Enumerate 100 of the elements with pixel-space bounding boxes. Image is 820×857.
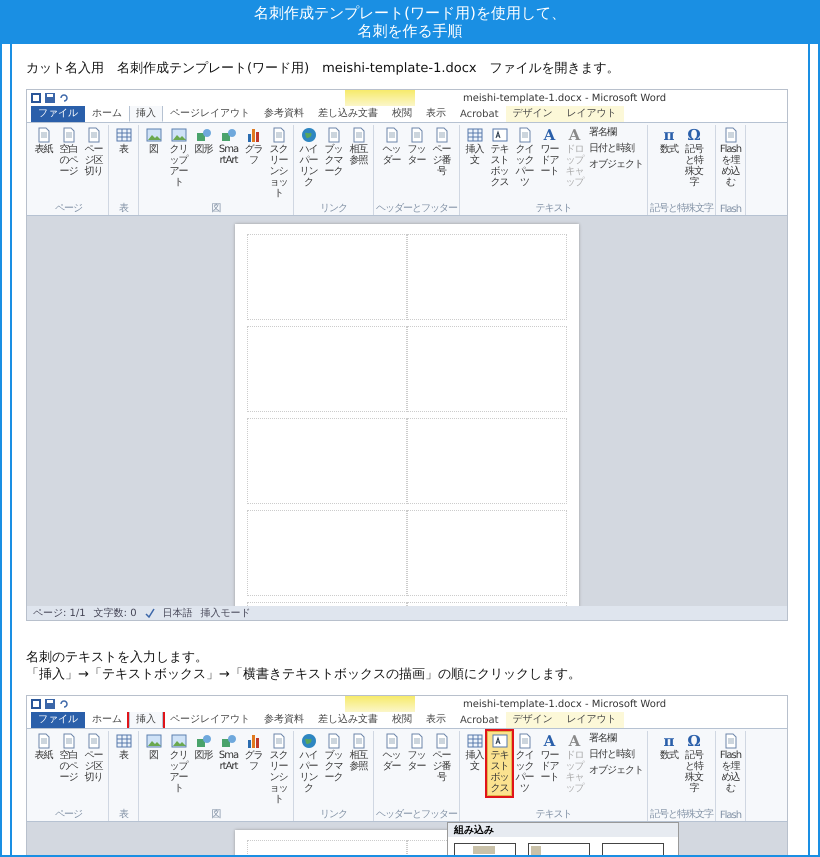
small-ribbon-button[interactable]: 日付と時刻 [587,747,645,761]
group-label: 記号と特殊文字 [650,202,713,215]
ribbon-button[interactable]: クイックパーツ [512,731,537,796]
globe-icon [300,127,316,143]
ribbon-tab[interactable]: 差し込み文書 [311,710,385,728]
ribbon-button[interactable]: 空白のページ [56,125,81,179]
save-icon[interactable] [45,93,55,103]
ribbon-button[interactable]: 表紙 [31,731,56,763]
group-label: リンク [320,808,347,821]
group-label: ページ [55,202,82,215]
page-icon [60,127,76,143]
group-label: ページ [55,808,82,821]
ribbon-button[interactable]: π 数式 [656,731,682,763]
ribbon-button[interactable]: ヘッダー [379,125,404,168]
globe-icon [300,733,316,749]
page-icon [270,733,286,749]
ribbon-button[interactable]: クリップアート [166,731,191,796]
ribbon-button[interactable]: テキストボックス [487,731,512,796]
ribbon-button[interactable]: 相互参照 [346,731,371,774]
ribbon-button[interactable]: 空白のページ [56,731,81,785]
ribbon-button[interactable]: Ω 記号と特殊文字 [682,731,706,796]
ribbon-button[interactable]: Ω 記号と特殊文字 [682,125,706,190]
ribbon-button[interactable]: A ワードアート [537,731,562,785]
undo-icon[interactable] [59,699,69,709]
gallery-heading: 組み込み [448,823,678,837]
page-icon [434,733,450,749]
ribbon-button[interactable]: SmartArt [216,125,241,168]
ribbon-button[interactable]: クリップアート [166,125,191,190]
bar-chart-icon [246,127,262,143]
ribbon-button[interactable]: Flashを埋め込む [718,731,743,796]
ribbon-tab[interactable]: 参考資料 [257,710,311,728]
ribbon-button[interactable]: ハイパーリンク [296,731,321,796]
ribbon-button[interactable]: 図 [141,731,166,763]
status-item: 日本語 [162,606,193,620]
undo-icon[interactable] [59,93,69,103]
ribbon-tab[interactable]: 参考資料 [257,104,311,122]
ribbon-button[interactable]: ページ番号 [429,125,454,179]
page-icon [326,127,342,143]
ribbon-button[interactable]: 相互参照 [346,125,371,168]
proofing-icon[interactable] [144,608,155,618]
page-icon [86,127,102,143]
ribbon-button[interactable]: スクリーンショット [266,125,291,201]
ribbon-tab[interactable]: 校閲 [385,710,419,728]
page-icon [516,733,532,749]
group-label: ヘッダーとフッター [376,808,457,821]
group-label: 図 [212,808,220,821]
contextual-tab-band [345,696,415,712]
ribbon-button[interactable]: A ワードアート [537,125,562,179]
shapes-icon [220,127,236,143]
ribbon-tab[interactable]: Acrobat [453,107,506,122]
ribbon-tab[interactable]: 表示 [419,710,453,728]
ribbon-button[interactable]: フッター [404,731,429,774]
ribbon-button[interactable]: Flashを埋め込む [718,125,743,190]
ribbon-tab[interactable]: ページレイアウト [163,104,257,122]
ribbon-button[interactable]: 図 [141,125,166,157]
picture-icon [170,733,186,749]
save-icon[interactable] [45,699,55,709]
group-label: 表 [119,202,128,215]
page-icon [408,733,424,749]
ribbon-button[interactable]: ブックマーク [321,125,346,179]
ribbon-button[interactable]: ハイパーリンク [296,125,321,190]
ribbon-button[interactable]: ブックマーク [321,731,346,785]
ribbon-tab[interactable]: 表示 [419,104,453,122]
small-ribbon-button[interactable]: オブジェクト [587,763,645,777]
ribbon-button[interactable]: フッター [404,125,429,168]
status-item: ページ: 1/1 [33,607,86,620]
page-title: 名刺を作る手順 [358,22,462,40]
ribbon-button[interactable]: スクリーンショット [266,731,291,807]
ribbon-button[interactable]: ヘッダー [379,731,404,774]
ribbon-tab[interactable]: 校閲 [385,104,419,122]
ribbon-button[interactable]: テキストボックス [487,125,512,190]
ribbon-button[interactable]: グラフ [241,731,266,774]
page-icon [434,127,450,143]
small-ribbon-button[interactable]: 署名欄 [587,731,645,745]
window-title: meishi-template-1.docx - Microsoft Word [463,92,666,104]
ribbon-button[interactable]: 表 [111,125,136,157]
ribbon-tab[interactable]: ホーム [85,710,129,728]
ribbon-button[interactable]: ページ番号 [429,731,454,785]
ribbon-tab[interactable]: 差し込み文書 [311,104,385,122]
ribbon-tab[interactable]: Acrobat [453,713,506,728]
small-ribbon-button[interactable]: 日付と時刻 [587,141,645,155]
small-ribbon-button[interactable]: 署名欄 [587,125,645,139]
ribbon-button[interactable]: 挿入文 [462,125,487,168]
ribbon-button[interactable]: ページ区切り [81,125,106,179]
ribbon-button[interactable]: 表紙 [31,125,56,157]
ribbon-button[interactable]: 図形 [191,125,216,157]
ribbon-button[interactable]: 表 [111,731,136,763]
ribbon-button[interactable]: グラフ [241,125,266,168]
page-title: 名刺作成テンプレート(ワード用)を使用して、 [254,4,566,22]
ribbon-button[interactable]: π 数式 [656,125,682,157]
ribbon-button[interactable]: ページ区切り [81,731,106,785]
text-box-icon [492,733,508,749]
ribbon-tab[interactable]: ページレイアウト [163,710,257,728]
ribbon-button[interactable]: 図形 [191,731,216,763]
ribbon-tab[interactable]: ホーム [85,104,129,122]
ribbon-button[interactable]: クイックパーツ [512,125,537,190]
picture-icon [170,127,186,143]
ribbon-button[interactable]: SmartArt [216,731,241,774]
group-label: テキスト [536,808,572,821]
small-ribbon-button[interactable]: オブジェクト [587,157,645,171]
